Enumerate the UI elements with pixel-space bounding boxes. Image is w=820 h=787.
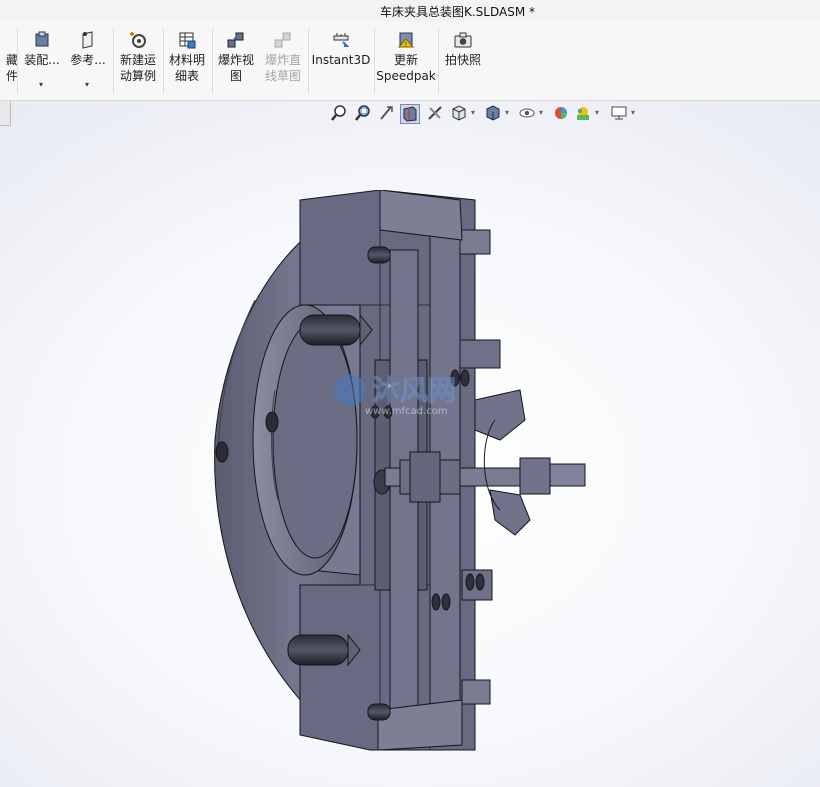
snapshot-label: 拍快照 <box>444 53 481 67</box>
ribbon-separator <box>113 28 114 94</box>
chevron-down-icon[interactable]: ▾ <box>631 108 635 117</box>
chevron-down-icon[interactable]: ▾ <box>85 80 89 89</box>
chevron-down-icon[interactable]: ▾ <box>539 108 543 117</box>
exploded-view-icon <box>227 32 244 48</box>
window-title: 车床夹具总装图K.SLDASM * <box>380 5 536 19</box>
assembly-features-label: 装配... <box>24 53 60 67</box>
ribbon-separator <box>438 28 439 94</box>
explode-line-sketch-button[interactable]: 爆炸直 线草图 <box>260 22 306 100</box>
update-speedpak-icon: ! <box>397 32 415 49</box>
watermark-text: 沐风网 <box>372 374 456 407</box>
lathe-fixture-assembly-model[interactable]: 沐风网 www.mfcad.com <box>200 190 600 760</box>
exploded-view-label: 爆炸视 图 <box>217 53 254 83</box>
chevron-down-icon[interactable]: ▾ <box>595 108 599 117</box>
reference-geometry-label: 参考... <box>70 53 106 67</box>
chevron-down-icon[interactable]: ▾ <box>505 108 509 117</box>
update-speedpak-button[interactable]: ! 更新 Speedpak <box>375 22 437 100</box>
explode-line-sketch-label: 爆炸直 线草图 <box>264 53 301 83</box>
bill-of-materials-icon <box>179 32 196 49</box>
zoom-to-area-icon[interactable] <box>354 104 372 122</box>
snapshot-camera-icon <box>454 32 472 48</box>
exploded-view-button[interactable]: 爆炸视 图 <box>213 22 259 100</box>
command-manager-ribbon: 藏 件 装配... ▾ 参考... ▾ 新建运 动算例 材料明 细表 爆炸视 图 <box>0 22 820 101</box>
instant3d-label: Instant3D <box>311 53 371 67</box>
hide-show-items-icon[interactable] <box>518 104 536 122</box>
view-settings-icon[interactable] <box>610 104 628 122</box>
section-view-icon[interactable] <box>400 104 420 124</box>
assembly-features-icon <box>35 31 49 47</box>
svg-text:!: ! <box>405 42 407 49</box>
ribbon-separator <box>17 28 18 94</box>
new-motion-study-label: 新建运 动算例 <box>119 53 156 83</box>
bill-of-materials-button[interactable]: 材料明 细表 <box>164 22 210 100</box>
update-speedpak-label: 更新 Speedpak <box>376 53 436 83</box>
new-motion-study-button[interactable]: 新建运 动算例 <box>115 22 161 100</box>
feature-manager-tab[interactable] <box>0 101 11 126</box>
apply-scene-icon[interactable] <box>574 104 592 122</box>
edit-appearance-icon[interactable] <box>552 104 570 122</box>
instant3d-button[interactable]: Instant3D <box>310 22 372 100</box>
previous-view-icon[interactable] <box>378 104 396 122</box>
explode-line-sketch-icon <box>274 32 291 48</box>
chevron-down-icon[interactable]: ▾ <box>39 80 43 89</box>
bill-of-materials-label: 材料明 细表 <box>168 53 205 83</box>
reference-geometry-icon <box>82 31 93 49</box>
ribbon-separator <box>308 28 309 94</box>
new-motion-study-icon <box>130 32 146 48</box>
dynamic-annotation-icon[interactable] <box>426 104 444 122</box>
view-orientation-icon[interactable] <box>450 104 468 122</box>
zoom-to-fit-icon[interactable] <box>330 104 348 122</box>
reference-geometry-button[interactable]: 参考... ▾ <box>66 22 110 100</box>
snapshot-button[interactable]: 拍快照 <box>440 22 486 100</box>
watermark-url: www.mfcad.com <box>365 406 448 417</box>
instant3d-icon <box>333 33 350 47</box>
window-title-bar: 车床夹具总装图K.SLDASM * <box>0 0 820 22</box>
chevron-down-icon[interactable]: ▾ <box>471 108 475 117</box>
display-style-icon[interactable] <box>484 104 502 122</box>
assembly-features-button[interactable]: 装配... ▾ <box>20 22 64 100</box>
